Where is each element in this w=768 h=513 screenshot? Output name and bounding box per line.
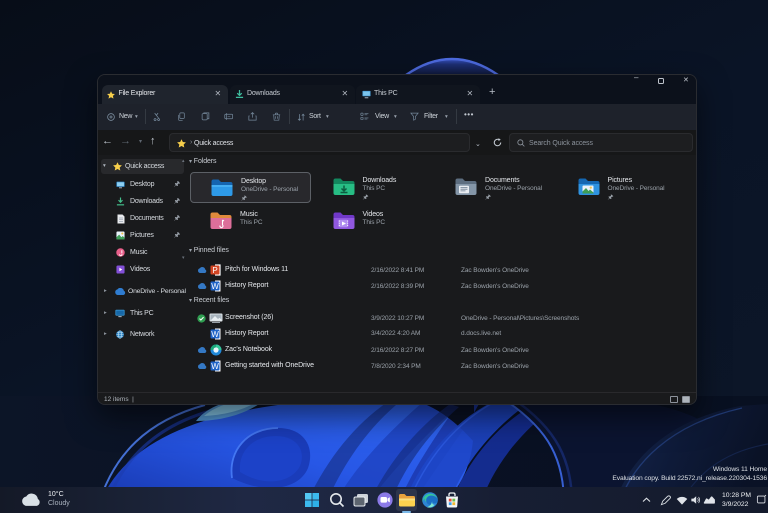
svg-text:W: W	[211, 362, 219, 371]
svg-text:W: W	[211, 282, 219, 291]
svg-text:W: W	[211, 330, 219, 339]
svg-text:P: P	[212, 266, 217, 275]
